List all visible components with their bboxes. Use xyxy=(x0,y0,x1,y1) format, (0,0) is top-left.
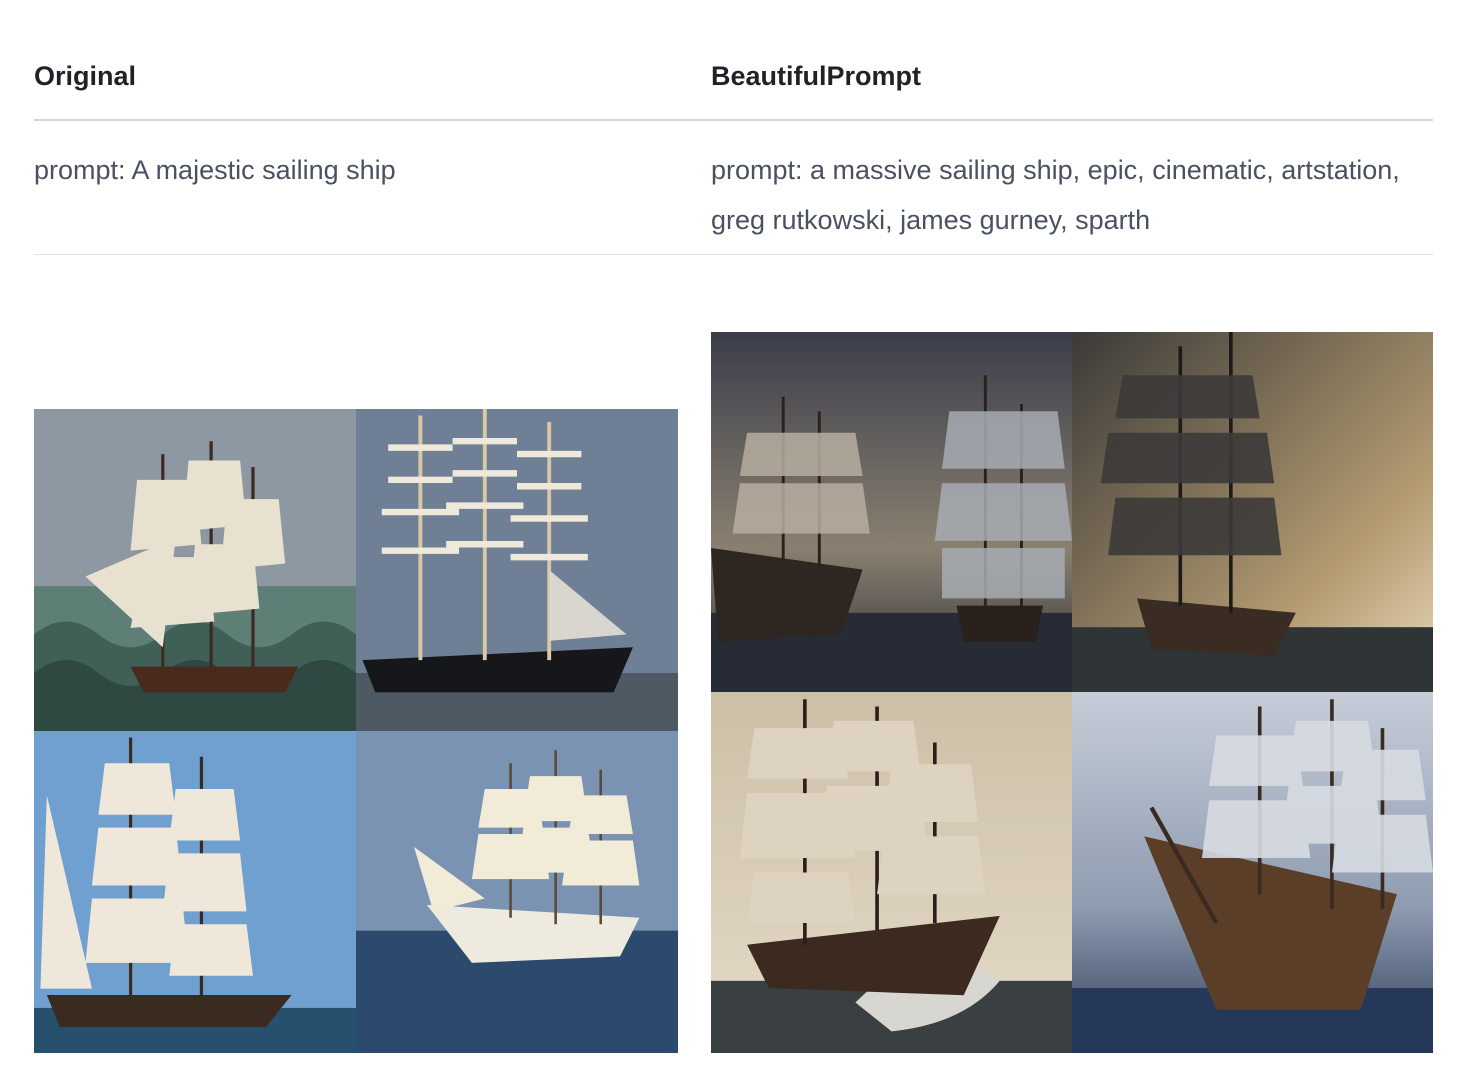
prompt-original: prompt: A majestic sailing ship xyxy=(34,155,396,185)
table-row-prompts: prompt: A majestic sailing ship prompt: … xyxy=(34,121,1433,255)
beautifulprompt-ship-image-2 xyxy=(1072,332,1433,692)
column-header-original: Original xyxy=(34,61,137,91)
beautifulprompt-ship-image-4 xyxy=(1072,692,1433,1053)
original-ship-image-4 xyxy=(356,731,678,1053)
original-ship-image-3 xyxy=(34,731,356,1053)
prompt-beautifulprompt: prompt: a massive sailing ship, epic, ci… xyxy=(711,155,1400,235)
beautifulprompt-ship-image-3 xyxy=(711,692,1072,1053)
original-ship-image-2 xyxy=(356,409,678,731)
original-ship-image-1 xyxy=(34,409,356,731)
original-image-grid xyxy=(34,409,678,1053)
column-header-beautifulprompt: BeautifulPrompt xyxy=(711,61,922,91)
beautifulprompt-ship-image-1 xyxy=(711,332,1072,692)
beautifulprompt-image-grid xyxy=(711,332,1433,1053)
table-header-row: Original BeautifulPrompt xyxy=(34,0,1433,121)
